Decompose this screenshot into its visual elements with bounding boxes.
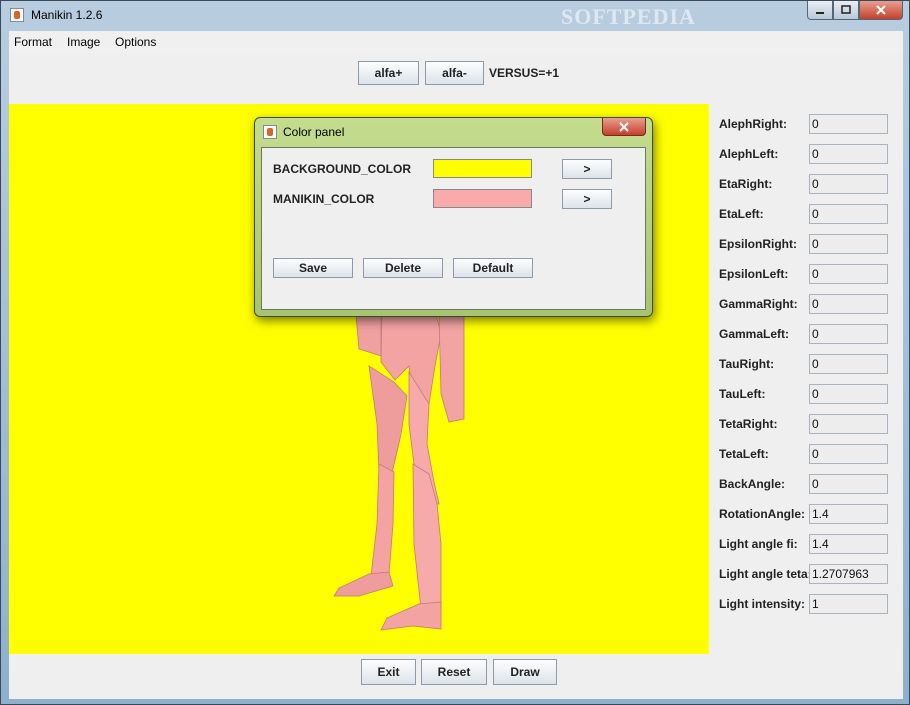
- param-label: RotationAngle:: [719, 507, 805, 521]
- menu-format[interactable]: Format: [14, 35, 52, 49]
- menu-image[interactable]: Image: [67, 35, 100, 49]
- reset-button[interactable]: Reset: [421, 659, 487, 685]
- close-icon: [619, 121, 629, 132]
- manikin-color-label: MANIKIN_COLOR: [273, 192, 375, 206]
- color-panel-dialog: Color panel BACKGROUND_COLOR > MANIKIN_C…: [254, 117, 653, 317]
- dialog-close-button[interactable]: [602, 118, 646, 136]
- param-label: GammaRight:: [719, 297, 798, 311]
- versus-label: VERSUS=+1: [489, 66, 560, 80]
- delete-button[interactable]: Delete: [363, 258, 443, 278]
- dialog-body: BACKGROUND_COLOR > MANIKIN_COLOR > Save …: [261, 147, 646, 310]
- param-label: TetaLeft:: [719, 447, 769, 461]
- param-teta-left-field[interactable]: 0: [809, 444, 888, 464]
- bottom-toolbar: Exit Reset Draw: [9, 654, 903, 699]
- param-label: EtaLeft:: [719, 207, 764, 221]
- menu-bar: Format Image Options: [9, 31, 903, 53]
- alfa-plus-button[interactable]: alfa+: [358, 61, 419, 85]
- manikin-color-swatch: [433, 189, 532, 208]
- default-button[interactable]: Default: [453, 258, 533, 278]
- param-tau-left-field[interactable]: 0: [809, 384, 888, 404]
- param-label: AlephRight:: [719, 117, 787, 131]
- param-back-angle-field[interactable]: 0: [809, 474, 888, 494]
- draw-button[interactable]: Draw: [493, 659, 557, 685]
- java-cup-icon: [263, 125, 277, 139]
- param-label: TauLeft:: [719, 387, 766, 401]
- background-color-swatch: [433, 159, 532, 178]
- dialog-title: Color panel: [283, 125, 345, 139]
- background-color-label: BACKGROUND_COLOR: [273, 162, 411, 176]
- param-label: EtaRight:: [719, 177, 773, 191]
- param-label: BackAngle:: [719, 477, 786, 491]
- close-icon: [876, 5, 886, 15]
- param-aleph-right-field[interactable]: 0: [809, 114, 888, 134]
- param-light-angle-fi-field[interactable]: 1.4: [809, 534, 888, 554]
- param-epsilon-left-field[interactable]: 0: [809, 264, 888, 284]
- watermark: SOFTPEDIA: [561, 4, 696, 29]
- param-label: Light angle fi:: [719, 537, 798, 551]
- param-gamma-right-field[interactable]: 0: [809, 294, 888, 314]
- app-window: Manikin 1.2.6 SOFTPEDIA Format Image Opt…: [0, 0, 910, 705]
- background-color-pick-button[interactable]: >: [562, 159, 612, 179]
- param-label: GammaLeft:: [719, 327, 790, 341]
- exit-button[interactable]: Exit: [361, 659, 416, 685]
- param-teta-right-field[interactable]: 0: [809, 414, 888, 434]
- save-button[interactable]: Save: [273, 258, 353, 278]
- param-gamma-left-field[interactable]: 0: [809, 324, 888, 344]
- param-eta-left-field[interactable]: 0: [809, 204, 888, 224]
- parameters-panel: AlephRight: 0 AlephLeft: 0 EtaRight: 0 E…: [709, 104, 903, 654]
- java-cup-icon: [10, 8, 24, 22]
- param-tau-right-field[interactable]: 0: [809, 354, 888, 374]
- menu-options[interactable]: Options: [115, 35, 156, 49]
- param-eta-right-field[interactable]: 0: [809, 174, 888, 194]
- alfa-minus-button[interactable]: alfa-: [425, 61, 484, 85]
- param-label: TauRight:: [719, 357, 775, 371]
- close-button[interactable]: [859, 1, 903, 20]
- param-label: TetaRight:: [719, 417, 778, 431]
- param-label: EpsilonLeft:: [719, 267, 789, 281]
- param-label: Light intensity:: [719, 597, 805, 611]
- param-light-angle-teta-field[interactable]: 1.2707963: [809, 564, 888, 584]
- manikin-color-pick-button[interactable]: >: [562, 189, 612, 209]
- top-toolbar: alfa+ alfa- VERSUS=+1: [9, 59, 903, 89]
- param-rotation-angle-field[interactable]: 1.4: [809, 504, 888, 524]
- maximize-button[interactable]: [833, 1, 859, 20]
- maximize-icon: [841, 5, 851, 14]
- title-bar[interactable]: Manikin 1.2.6 SOFTPEDIA: [1, 1, 909, 31]
- param-epsilon-right-field[interactable]: 0: [809, 234, 888, 254]
- param-label: Light angle teta:: [719, 567, 812, 581]
- minimize-icon: [816, 12, 824, 14]
- param-aleph-left-field[interactable]: 0: [809, 144, 888, 164]
- minimize-button[interactable]: [807, 1, 833, 20]
- window-title: Manikin 1.2.6: [31, 8, 103, 22]
- param-label: EpsilonRight:: [719, 237, 797, 251]
- param-label: AlephLeft:: [719, 147, 779, 161]
- param-light-intensity-field[interactable]: 1: [809, 594, 888, 614]
